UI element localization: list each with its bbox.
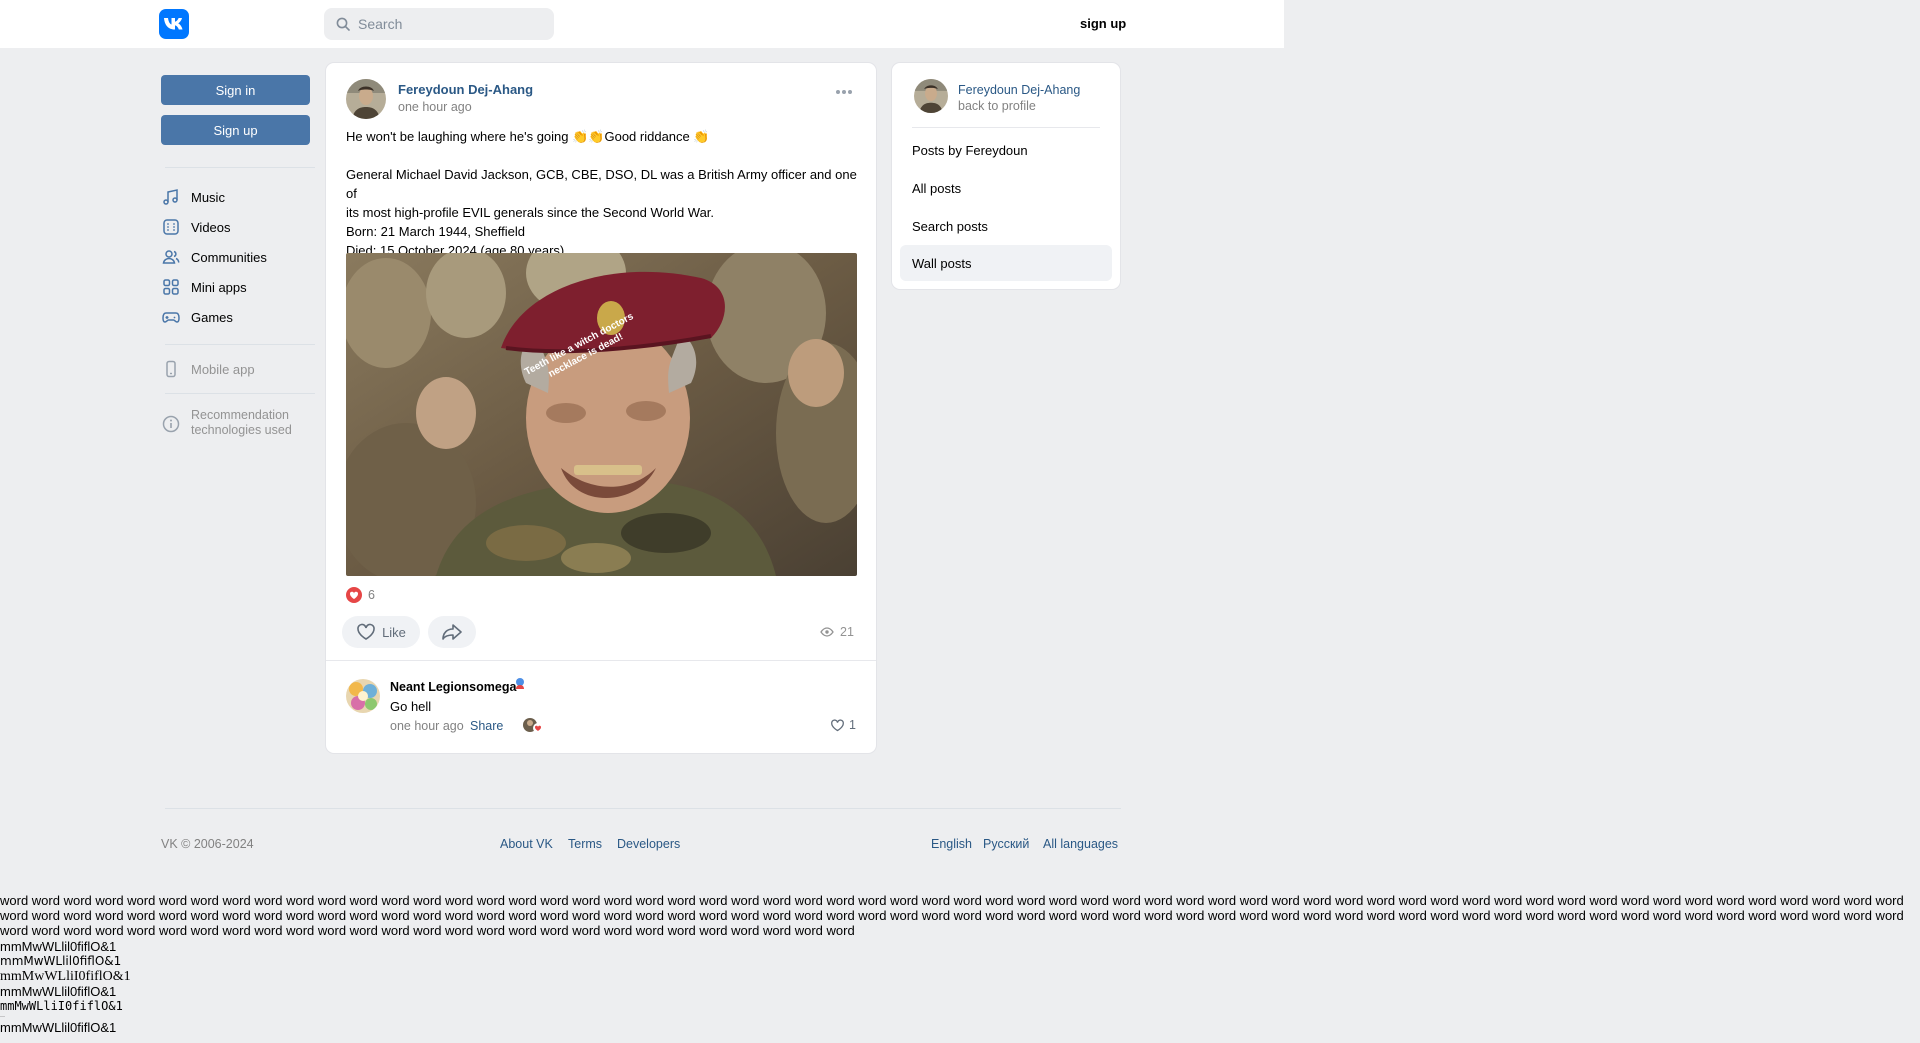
comment-like-count: 1: [849, 718, 856, 732]
comment-like-button[interactable]: 1: [830, 718, 856, 732]
sidebar-item-label: Mini apps: [191, 279, 247, 295]
recommendation-line-2: technologies used: [191, 423, 292, 437]
footer-developers-link[interactable]: Developers: [617, 837, 680, 851]
videos-icon: [163, 219, 179, 235]
profile-nav-card: Fereydoun Dej-Ahang back to profile Post…: [892, 63, 1120, 289]
top-header: sign up: [0, 0, 1284, 48]
sign-up-button[interactable]: Sign up: [161, 115, 310, 145]
font-sample-line: mmMwWLlil0fiflO&1: [0, 1020, 117, 1035]
sidebar-item-recommendation[interactable]: Recommendation technologies used: [161, 408, 311, 440]
font-sample-line: mmMwWLlil0fiflO&1: [0, 939, 117, 954]
posts-by-author-link[interactable]: Posts by Fereydoun: [900, 132, 1112, 168]
post-text-line: its most high-profile EVIL generals sinc…: [346, 205, 715, 220]
reactions-count: 6: [368, 588, 375, 602]
sidebar-item-games[interactable]: Games: [161, 306, 311, 328]
sign-in-button[interactable]: Sign in: [161, 75, 310, 105]
comment-author-avatar[interactable]: [346, 679, 380, 713]
eye-icon: [820, 627, 834, 637]
games-icon: [162, 312, 180, 323]
font-sample-line: mmMwWLliI0fiflO&1: [0, 999, 123, 1013]
search-box[interactable]: [324, 8, 554, 40]
share-arrow-icon: [442, 624, 462, 640]
footer-english-link[interactable]: English: [931, 837, 972, 851]
comment-share-link[interactable]: Share: [470, 719, 503, 733]
post-card: Fereydoun Dej-Ahang one hour ago He won'…: [326, 63, 876, 753]
share-button[interactable]: [428, 616, 476, 648]
all-posts-link[interactable]: All posts: [900, 170, 1112, 206]
profile-avatar[interactable]: [914, 79, 948, 113]
font-sample-block: mmMwWLlil0fiflO&1 mmMwWLlil0fiflO&1 mmMw…: [0, 939, 131, 1035]
post-author-avatar[interactable]: [346, 79, 386, 119]
footer-about-link[interactable]: About VK: [500, 837, 553, 851]
mobile-phone-icon: [166, 360, 176, 378]
post-text-line: General Michael David Jackson, GCB, CBE,…: [346, 167, 857, 201]
heart-reaction-icon: [346, 587, 362, 603]
like-label: Like: [382, 624, 406, 640]
sidebar-item-mini-apps[interactable]: Mini apps: [161, 276, 311, 298]
footer-copyright: VK © 2006-2024: [161, 837, 254, 851]
vk-logo[interactable]: [159, 9, 189, 39]
more-options-icon[interactable]: [834, 87, 854, 97]
comment-author-name[interactable]: Neant Legionsomega: [390, 680, 516, 694]
reactions-summary[interactable]: 6: [346, 587, 375, 603]
wall-posts-link[interactable]: Wall posts: [900, 245, 1112, 281]
sidebar-item-label: Games: [191, 309, 233, 325]
comment-reaction-avatar-icon[interactable]: [522, 717, 546, 733]
sidebar-item-music[interactable]: Music: [161, 186, 311, 208]
post-text-line: Born: 21 March 1944, Sheffield: [346, 224, 525, 239]
sidebar-item-label: Communities: [191, 249, 267, 265]
views-counter: 21: [820, 625, 854, 639]
footer-all-languages-link[interactable]: All languages: [1043, 837, 1118, 851]
comment-text: Go hell: [390, 699, 432, 714]
sidebar-item-label: Music: [191, 189, 225, 205]
post-image[interactable]: Teeth like a witch doctors necklace is d…: [346, 253, 857, 576]
sidebar-divider: [165, 393, 315, 394]
mini-apps-icon: [163, 279, 179, 295]
search-posts-link[interactable]: Search posts: [900, 208, 1112, 244]
header-signup-link[interactable]: sign up: [1080, 16, 1126, 31]
search-input[interactable]: [358, 8, 548, 40]
communities-icon: [162, 250, 180, 264]
search-icon: [336, 17, 350, 31]
post-author-name[interactable]: Fereydoun Dej-Ahang: [398, 82, 533, 97]
profile-name-link[interactable]: Fereydoun Dej-Ahang: [958, 83, 1080, 97]
sidebar-item-videos[interactable]: Videos: [161, 216, 311, 238]
sidebar-divider: [165, 344, 315, 345]
like-button[interactable]: Like: [342, 616, 420, 648]
footer-terms-link[interactable]: Terms: [568, 837, 602, 851]
sidebar-divider: [165, 167, 315, 168]
comments-divider: [326, 660, 876, 661]
post-text-line: He won't be laughing where he's going 👏👏…: [346, 129, 710, 144]
avatar-badge-icon: [516, 678, 524, 689]
profile-nav-divider: [912, 127, 1100, 128]
font-sample-line: mmMwWLlil0fiflO&1: [0, 984, 117, 999]
sidebar-item-mobile-app[interactable]: Mobile app: [161, 358, 311, 380]
info-icon: [162, 415, 180, 433]
recommendation-line-1: Recommendation: [191, 408, 289, 422]
views-count: 21: [840, 625, 854, 639]
font-sample-line: mmMwWLlil0fiflO&1: [0, 954, 122, 968]
word-filler-text: word word word word word word word word …: [0, 893, 1904, 938]
heart-icon: [357, 623, 375, 640]
font-sample-line: mmMwWLliI0fiflO&1: [0, 969, 131, 984]
sidebar-item-communities[interactable]: Communities: [161, 246, 311, 268]
sidebar-item-label: Mobile app: [191, 361, 255, 377]
comment-timestamp[interactable]: one hour ago: [390, 719, 464, 733]
back-to-profile-link[interactable]: back to profile: [958, 99, 1036, 113]
post-timestamp[interactable]: one hour ago: [398, 100, 472, 114]
music-icon: [163, 189, 178, 205]
post-text: He won't be laughing where he's going 👏👏…: [346, 127, 861, 260]
heart-icon: [831, 718, 844, 731]
footer-russian-link[interactable]: Русский: [983, 837, 1029, 851]
footer-divider: [165, 808, 1121, 809]
sidebar-item-label: Videos: [191, 219, 231, 235]
